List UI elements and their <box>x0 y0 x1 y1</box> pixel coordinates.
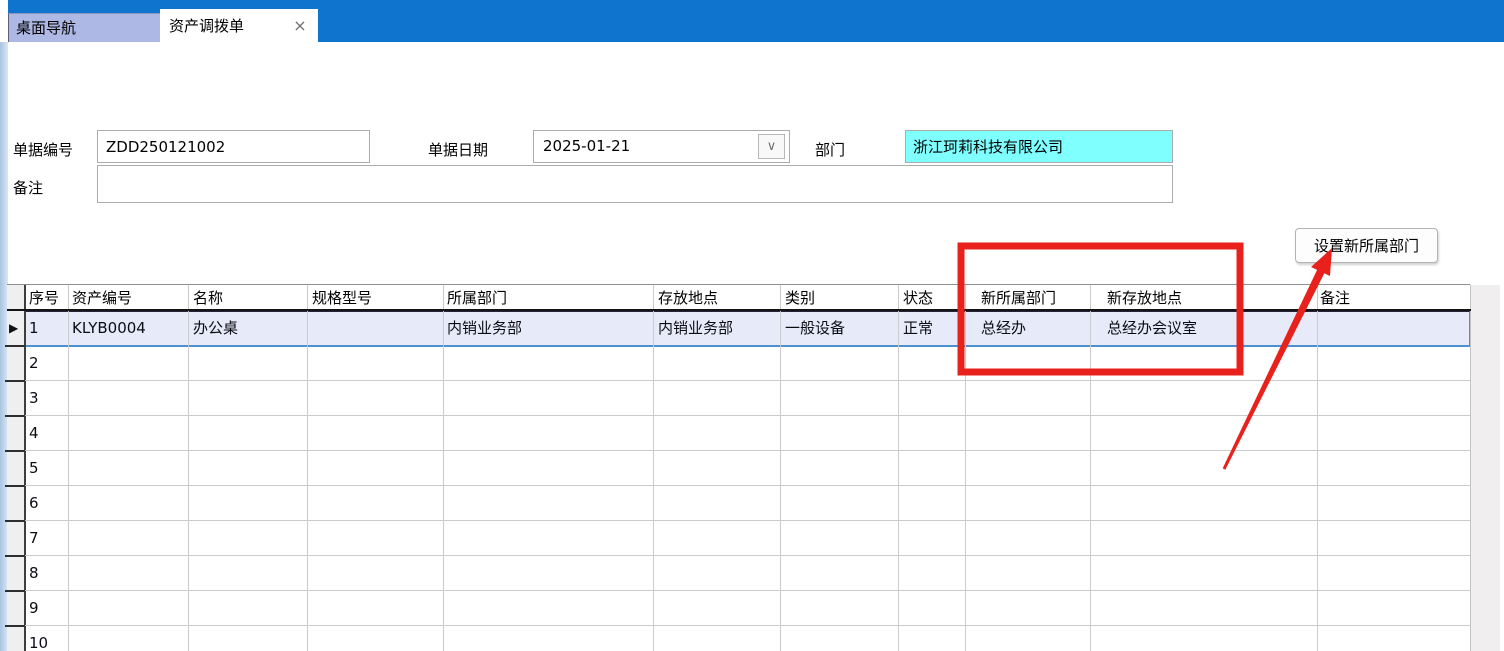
set-new-department-button[interactable]: 设置新所属部门 <box>1295 228 1438 263</box>
grid-cell[interactable]: 9 <box>29 591 67 626</box>
grid-hline <box>25 590 1470 591</box>
grid-cell[interactable]: 6 <box>29 486 67 521</box>
grid-corner-cell <box>7 285 25 311</box>
grid-hline <box>25 450 1470 451</box>
grid-vline <box>188 285 189 651</box>
grid-right-gutter <box>1471 285 1500 651</box>
grid-cell[interactable]: 总经办会议室 <box>1107 311 1316 346</box>
grid-cell[interactable]: 10 <box>29 626 67 651</box>
grid-cell[interactable]: 7 <box>29 521 67 556</box>
gutter-separator <box>5 380 25 382</box>
grid-cell[interactable]: 一般设备 <box>785 311 897 346</box>
gutter-separator <box>5 590 25 592</box>
grid-cell[interactable]: 正常 <box>903 311 964 346</box>
tab-asset-transfer-label: 资产调拨单 <box>169 17 244 35</box>
column-header-1[interactable]: 资产编号 <box>72 285 188 311</box>
grid-cell[interactable]: 总经办 <box>981 311 1089 346</box>
grid-vline <box>1317 285 1318 651</box>
remarks-input[interactable] <box>97 165 1173 203</box>
column-header-7[interactable]: 状态 <box>903 285 965 311</box>
grid-cell[interactable]: 内销业务部 <box>658 311 779 346</box>
grid-cell[interactable]: 5 <box>29 451 67 486</box>
column-header-10[interactable]: 备注 <box>1320 285 1470 311</box>
grid-hline <box>25 415 1470 416</box>
row-marker-icon[interactable]: ▶ <box>9 311 25 346</box>
grid-vline <box>780 285 781 651</box>
column-header-8[interactable]: 新所属部门 <box>981 285 1090 311</box>
grid-cell[interactable]: KLYB0004 <box>72 311 187 346</box>
grid-cell[interactable]: 4 <box>29 416 67 451</box>
column-header-9[interactable]: 新存放地点 <box>1107 285 1317 311</box>
grid-vline <box>68 285 69 651</box>
doc-no-input[interactable] <box>97 130 370 163</box>
grid-cell[interactable]: 3 <box>29 381 67 416</box>
grid-hline <box>25 520 1470 521</box>
gutter-separator <box>5 625 25 627</box>
column-header-5[interactable]: 存放地点 <box>658 285 780 311</box>
remarks-label: 备注 <box>13 177 43 198</box>
grid-hline <box>25 485 1470 486</box>
gutter-separator <box>5 415 25 417</box>
close-icon[interactable]: × <box>290 9 310 42</box>
doc-date-label: 单据日期 <box>428 139 488 160</box>
grid-cell[interactable]: 2 <box>29 346 67 381</box>
grid-cell[interactable]: 1 <box>29 311 67 346</box>
gutter-separator <box>5 555 25 557</box>
grid-vline <box>898 285 899 651</box>
grid-hline <box>25 380 1470 381</box>
grid-vline <box>965 285 966 651</box>
doc-date-combobox[interactable]: 2025-01-21 ∨ <box>533 130 790 163</box>
gutter-separator <box>5 485 25 487</box>
grid-cell[interactable]: 内销业务部 <box>447 311 652 346</box>
doc-date-value: 2025-01-21 <box>543 131 630 162</box>
grid-vline <box>443 285 444 651</box>
grid-hline <box>25 555 1470 556</box>
chevron-down-icon[interactable]: ∨ <box>758 134 785 159</box>
dept-label: 部门 <box>815 139 845 160</box>
grid-vline <box>1090 285 1091 651</box>
tab-desktop-navigation[interactable]: 桌面导航 <box>8 13 160 42</box>
grid-vline <box>307 285 308 651</box>
column-header-4[interactable]: 所属部门 <box>447 285 653 311</box>
tab-asset-transfer-order[interactable]: 资产调拨单 × <box>160 9 318 42</box>
column-header-0[interactable]: 序号 <box>29 285 68 311</box>
row-selector-gutter[interactable] <box>7 311 25 651</box>
header-bottom-border <box>7 309 1471 311</box>
column-header-6[interactable]: 类别 <box>785 285 898 311</box>
gutter-separator <box>5 520 25 522</box>
grid-cell[interactable]: 办公桌 <box>193 311 306 346</box>
grid-vline <box>653 285 654 651</box>
grid-cell[interactable]: 8 <box>29 556 67 591</box>
dept-input[interactable] <box>905 130 1173 163</box>
grid-hline <box>25 625 1470 626</box>
column-header-2[interactable]: 名称 <box>193 285 307 311</box>
app-window: 桌面导航 资产调拨单 × 单据编号 单据日期 2025-01-21 ∨ 部门 备… <box>0 0 1504 651</box>
asset-grid: 序号资产编号名称规格型号所属部门存放地点类别状态新所属部门新存放地点备注1KLY… <box>0 0 1504 651</box>
doc-no-label: 单据编号 <box>13 139 73 160</box>
gutter-separator <box>5 450 25 452</box>
column-header-3[interactable]: 规格型号 <box>312 285 443 311</box>
